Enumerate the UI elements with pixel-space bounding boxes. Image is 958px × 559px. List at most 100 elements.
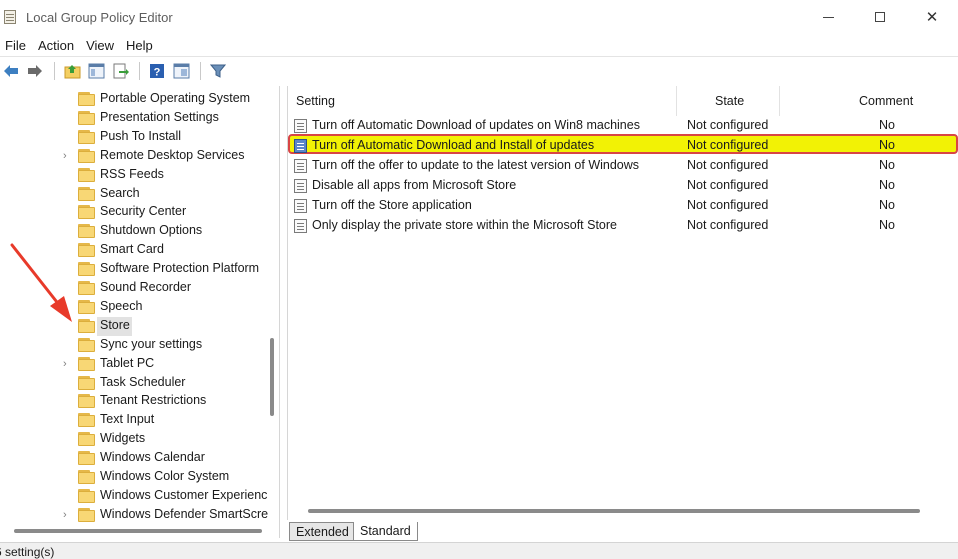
tree-item[interactable]: Push To Install: [0, 128, 266, 147]
policy-setting-row[interactable]: Disable all apps from Microsoft Store Not…: [288, 176, 958, 196]
folder-icon: [78, 432, 95, 447]
folder-icon: [78, 148, 95, 163]
show-hide-tree-button[interactable]: [85, 60, 107, 82]
tree-item[interactable]: Sound Recorder: [0, 279, 266, 298]
column-divider[interactable]: [779, 86, 780, 116]
cell-state: Not configured: [687, 218, 769, 232]
tree-item[interactable]: › Tablet PC: [0, 355, 266, 374]
menu-bar: File Action View Help: [0, 34, 958, 56]
close-icon: ✕: [925, 9, 939, 26]
tree-item[interactable]: Security Center: [0, 203, 266, 222]
chevron-right-icon[interactable]: ›: [63, 358, 71, 369]
back-icon: [4, 64, 18, 77]
folder-icon: [78, 394, 95, 409]
tree-item[interactable]: RSS Feeds: [0, 166, 266, 185]
forward-button[interactable]: [24, 60, 46, 82]
policy-setting-row[interactable]: Turn off Automatic Download of updates o…: [288, 116, 958, 136]
policy-setting-row[interactable]: Turn off the offer to update to the late…: [288, 156, 958, 176]
filter-button[interactable]: [207, 60, 229, 82]
tree-item[interactable]: Windows Color System: [0, 468, 266, 487]
folder-icon: [78, 413, 95, 428]
cell-setting: Turn off Automatic Download and Install …: [312, 138, 595, 152]
tree-horizontal-scrollbar[interactable]: [0, 524, 266, 538]
tree-item[interactable]: Widgets: [0, 430, 266, 449]
tree-item[interactable]: Task Scheduler: [0, 374, 266, 393]
tab-standard[interactable]: Standard: [353, 522, 418, 541]
forward-icon: [28, 64, 42, 77]
tree-item[interactable]: Portable Operating System: [0, 90, 266, 109]
tree-item[interactable]: Sync your settings: [0, 336, 266, 355]
tree-item-label: Push To Install: [100, 128, 182, 143]
folder-icon: [78, 356, 95, 371]
cell-setting: Only display the private store within th…: [312, 218, 617, 232]
column-setting-header[interactable]: Setting: [296, 86, 335, 116]
tree-horizontal-scroll-thumb[interactable]: [14, 529, 262, 533]
window-title: Local Group Policy Editor: [26, 9, 173, 25]
help-button[interactable]: ?: [146, 60, 168, 82]
tree-item[interactable]: Search: [0, 185, 266, 204]
tree-item-label: Portable Operating System: [100, 91, 251, 105]
group-policy-app-icon: [4, 9, 18, 25]
svg-text:?: ?: [154, 66, 161, 78]
close-button[interactable]: ✕: [906, 0, 958, 34]
list-horizontal-scrollbar[interactable]: [288, 504, 958, 518]
tree-item[interactable]: Speech: [0, 298, 266, 317]
tree-item[interactable]: Windows Customer Experienc: [0, 487, 267, 506]
toolbar-separator: [139, 61, 140, 80]
folder-icon: [78, 470, 95, 484]
tree-item[interactable]: Text Input: [0, 411, 266, 430]
tree-item-label: Windows Color System: [100, 469, 230, 483]
tree-item-label: Tenant Restrictions: [100, 393, 207, 408]
tree-item-label: Windows Calendar: [100, 450, 205, 465]
toolbar: ?: [0, 56, 958, 84]
policy-setting-row[interactable]: Only display the private store within th…: [288, 216, 958, 236]
folder-icon: [78, 205, 95, 220]
list-horizontal-scroll-thumb[interactable]: [308, 509, 920, 513]
folder-icon: [78, 243, 95, 258]
chevron-right-icon[interactable]: ›: [63, 509, 71, 520]
back-button[interactable]: [0, 60, 22, 82]
properties-icon: [173, 63, 189, 78]
tree-item-label: Presentation Settings: [100, 109, 219, 124]
tree-item[interactable]: Store: [0, 316, 266, 336]
chevron-right-icon[interactable]: ›: [63, 150, 71, 161]
menu-action[interactable]: Action: [33, 38, 81, 53]
menu-file[interactable]: File: [0, 38, 33, 53]
tree-item[interactable]: Presentation Settings: [0, 109, 266, 128]
column-divider[interactable]: [676, 86, 677, 116]
tree-item[interactable]: Software Protection Platform: [0, 260, 266, 279]
tree-item[interactable]: Tenant Restrictions: [0, 392, 266, 411]
tree-item[interactable]: › Windows Defender SmartScre: [0, 506, 268, 525]
cell-setting: Turn off Automatic Download of updates o…: [312, 118, 640, 132]
policy-setting-icon: [294, 159, 307, 173]
folder-icon: [78, 262, 95, 277]
cell-comment: No: [879, 118, 895, 132]
tree-item-label: Smart Card: [100, 242, 164, 257]
help-icon: ?: [150, 63, 164, 78]
export-list-button[interactable]: [109, 60, 131, 82]
policy-setting-icon: [294, 119, 307, 133]
tree-item[interactable]: Shutdown Options: [0, 222, 266, 241]
cell-setting: Turn off the offer to update to the late…: [312, 158, 640, 172]
policy-setting-row[interactable]: Turn off Automatic Download and Install …: [288, 136, 958, 156]
minimize-button[interactable]: [802, 0, 854, 34]
tree-item[interactable]: Windows Calendar: [0, 449, 266, 468]
tree-vertical-scrollbar[interactable]: [266, 86, 279, 526]
tree-item-label: Sync your settings: [100, 336, 203, 351]
tree-item-label: Security Center: [100, 204, 187, 219]
column-comment-header[interactable]: Comment: [859, 86, 913, 116]
column-header: Setting State Comment: [288, 86, 958, 116]
up-folder-button[interactable]: [61, 60, 83, 82]
tab-extended[interactable]: Extended: [289, 522, 356, 541]
column-state-header[interactable]: State: [715, 86, 744, 116]
tree-item[interactable]: Smart Card: [0, 241, 266, 260]
menu-view[interactable]: View: [81, 38, 121, 53]
properties-button[interactable]: [170, 60, 192, 82]
maximize-button[interactable]: [854, 0, 906, 34]
tree-item[interactable]: › Remote Desktop Services: [0, 147, 266, 166]
menu-help[interactable]: Help: [121, 38, 160, 53]
tree-vertical-scroll-thumb[interactable]: [270, 338, 274, 416]
folder-icon: [78, 167, 95, 182]
tree-item-label: Remote Desktop Services: [100, 147, 245, 162]
policy-setting-row[interactable]: Turn off the Store application Not config…: [288, 196, 958, 216]
